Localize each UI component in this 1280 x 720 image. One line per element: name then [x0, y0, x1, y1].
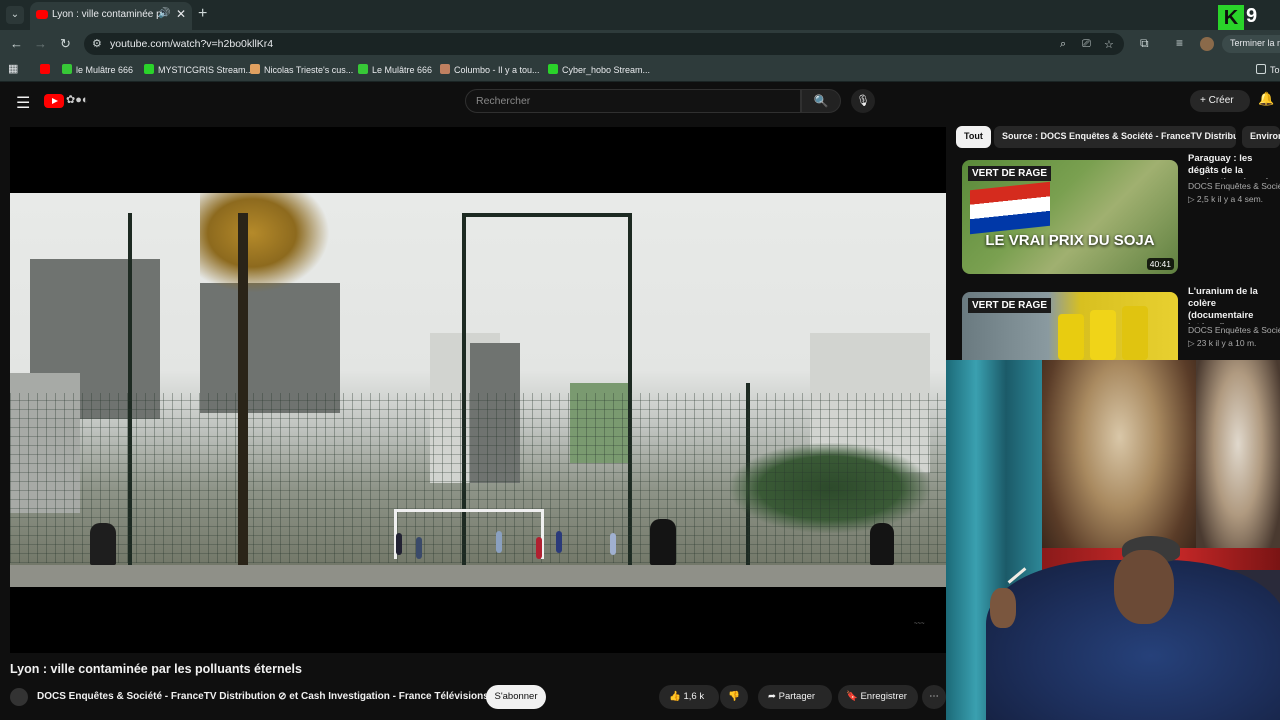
tab-search-chevron-icon[interactable]: ⌄ — [6, 6, 24, 24]
extensions-icon[interactable]: ⧉ — [1140, 36, 1149, 51]
notifications-bell-icon[interactable]: 🔔 — [1258, 91, 1274, 107]
tab-title: Lyon : ville contaminée par — [52, 9, 162, 20]
bookmark-favicon-icon — [62, 64, 72, 74]
paraguay-flag-icon — [970, 181, 1050, 235]
media-controls-icon[interactable]: ≡ — [1176, 36, 1183, 50]
bookmark-favicon-icon — [440, 64, 450, 74]
url-text: youtube.com/watch?v=h2bo0kllKr4 — [110, 38, 274, 50]
apps-grid-icon[interactable]: ▦ — [8, 62, 18, 75]
bookmark-favicon-icon — [250, 64, 260, 74]
zoom-icon[interactable]: ⌕ — [1060, 38, 1066, 51]
video-title: Lyon : ville contaminée par les polluant… — [10, 662, 302, 676]
recommendation-thumbnail[interactable]: VERT DE RAGE — [962, 292, 1178, 360]
search-input[interactable]: Rechercher — [465, 89, 801, 113]
bookmark-star-icon[interactable]: ☆ — [1104, 38, 1114, 51]
save-button[interactable]: 🔖 Enregistrer — [838, 685, 918, 709]
bookmark-favicon-icon — [358, 64, 368, 74]
youtube-logo-icon[interactable] — [44, 94, 64, 108]
recommendation-channel: DOCS Enquêtes & Société - — [1188, 325, 1280, 335]
recommendation-channel: DOCS Enquêtes & Société - — [1188, 181, 1280, 191]
bookmark-item[interactable]: Columbo - Il y a tou... — [440, 64, 540, 75]
like-button[interactable]: 👍 1,6 k — [659, 685, 719, 709]
channel-names[interactable]: DOCS Enquêtes & Société - FranceTV Distr… — [37, 691, 500, 702]
share-button[interactable]: ➦ Partager — [758, 685, 832, 709]
search-button[interactable]: 🔍 — [801, 89, 841, 113]
video-player[interactable]: ~~~ — [10, 127, 946, 653]
finish-update-button[interactable]: Terminer la m — [1222, 35, 1280, 53]
bookmark-item[interactable]: Nicolas Trieste's cus... — [250, 64, 353, 75]
bookmark-folder[interactable]: To — [1256, 64, 1280, 75]
recommendation-meta: ▷ 23 k il y a 10 m. — [1188, 338, 1257, 348]
thumbnail-badge: VERT DE RAGE — [968, 166, 1052, 181]
bookmark-item[interactable]: le Mulâtre 666 — [62, 64, 133, 75]
chip-all[interactable]: Tout — [956, 126, 991, 148]
youtube-favicon-icon — [36, 10, 48, 19]
bookmark-item[interactable]: MYSTICGRIS Stream... — [144, 64, 253, 75]
youtube-doodle-icon[interactable]: ✿●◐ — [66, 93, 89, 106]
browser-toolbar: ← → ↻ ⚙ youtube.com/watch?v=h2bo0kllKr4 … — [0, 30, 1280, 58]
dislike-button[interactable]: 👎 — [720, 685, 748, 709]
folder-icon — [1256, 64, 1266, 74]
video-duration: 40:41 — [1146, 258, 1174, 270]
bookmark-item[interactable]: Le Mulâtre 666 — [358, 64, 432, 75]
stream-logo-k: K — [1218, 5, 1244, 31]
recommendation-meta: ▷ 2,5 k il y a 4 sem. — [1188, 194, 1264, 204]
thumbnail-badge: VERT DE RAGE — [968, 298, 1052, 313]
radioactive-barrel-icon — [1122, 306, 1148, 360]
radioactive-barrel-icon — [1058, 314, 1084, 360]
menu-hamburger-icon[interactable]: ☰ — [16, 93, 30, 113]
thumbnail-overlay-text: LE VRAI PRIX DU SOJA — [985, 232, 1155, 249]
browser-tab-strip: ⌄ Lyon : ville contaminée par 🔊 ✕ + K 9 — [0, 0, 1280, 31]
address-bar[interactable]: ⚙ youtube.com/watch?v=h2bo0kllKr4 ⌕ ⎚ ☆ — [84, 33, 1124, 55]
cast-icon[interactable]: ⎚ — [1082, 38, 1091, 51]
bookmark-favicon-icon — [144, 64, 154, 74]
create-button[interactable]: + Créer — [1190, 90, 1250, 112]
video-watermark: ~~~ — [914, 621, 925, 627]
recommendation-thumbnail[interactable]: VERT DE RAGE LE VRAI PRIX DU SOJA 40:41 — [962, 160, 1178, 274]
webcam-overlay — [946, 360, 1280, 720]
search-icon: 🔍 — [813, 94, 829, 108]
profile-avatar[interactable] — [1200, 37, 1214, 51]
bookmark-item[interactable]: Cyber_hobo Stream... — [548, 64, 650, 75]
search-placeholder: Rechercher — [476, 95, 531, 107]
subscribe-button[interactable]: S'abonner — [486, 685, 546, 709]
chip-environment[interactable]: Environ — [1242, 126, 1280, 148]
channel-avatar[interactable] — [10, 688, 28, 706]
bookmark-favicon-icon — [548, 64, 558, 74]
voice-search-mic-icon[interactable]: 🎙 — [851, 89, 875, 113]
bookmarks-bar: ▦ le Mulâtre 666 MYSTICGRIS Stream... Ni… — [0, 58, 1280, 82]
site-info-icon[interactable]: ⚙ — [92, 37, 102, 50]
tab-audio-icon[interactable]: 🔊 — [158, 8, 170, 19]
stream-logo-number: 9 — [1246, 5, 1258, 27]
new-tab-button[interactable]: + — [198, 5, 207, 23]
thumbs-down-icon: 👎 — [728, 691, 740, 702]
recommendation-title[interactable]: L'uranium de la colère (documentaire int… — [1188, 286, 1280, 324]
bookmark-icon: 🔖 — [846, 691, 861, 702]
more-actions-button[interactable]: ⋯ — [922, 685, 946, 709]
back-arrow-icon[interactable]: ← — [10, 36, 23, 51]
chip-source[interactable]: Source : DOCS Enquêtes & Société - Franc… — [994, 126, 1236, 148]
tab-close-icon[interactable]: ✕ — [176, 7, 186, 21]
video-frame-industrial-scene — [10, 193, 946, 587]
reload-icon[interactable]: ↻ — [60, 36, 71, 52]
youtube-bookmark-icon[interactable] — [40, 64, 54, 75]
recommendation-title[interactable]: Paraguay : les dégâts de la production d… — [1188, 153, 1280, 179]
radioactive-barrel-icon — [1090, 310, 1116, 360]
share-arrow-icon: ➦ — [768, 691, 779, 702]
forward-arrow-icon[interactable]: → — [34, 36, 47, 51]
browser-tab-active[interactable]: Lyon : ville contaminée par 🔊 ✕ — [30, 2, 192, 30]
youtube-masthead: ☰ ✿●◐ Rechercher 🔍 🎙 + Créer 🔔 — [0, 83, 1280, 121]
thumbs-up-icon: 👍 — [669, 691, 684, 702]
